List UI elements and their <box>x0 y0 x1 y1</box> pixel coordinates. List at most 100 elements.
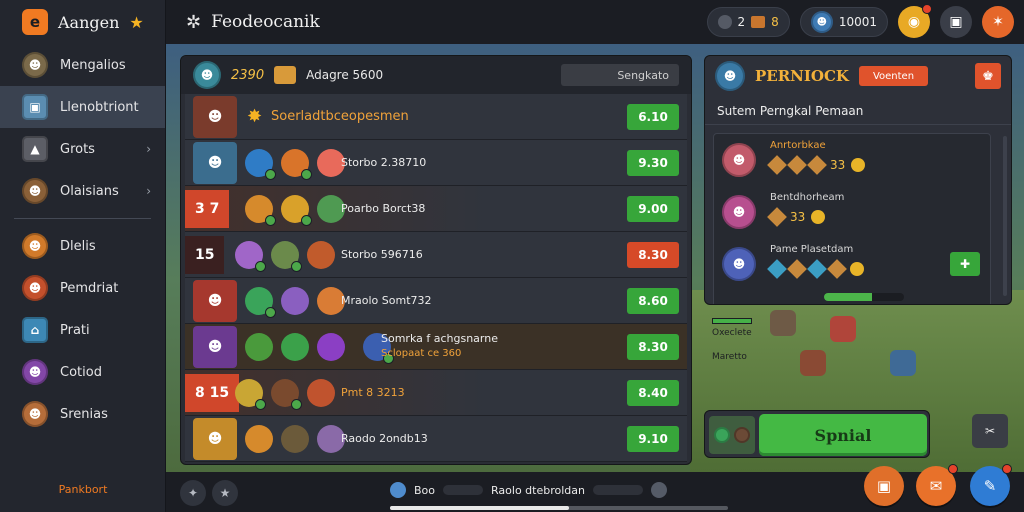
page-title: ✲ Feodeocanik <box>186 12 320 33</box>
tower-icon: ▣ <box>22 94 48 120</box>
list-item[interactable]: ☻ ✸ Soerladtbceopesmen 6.10 <box>185 94 687 140</box>
info-icon[interactable] <box>650 482 667 498</box>
rank-badge: 3 7 <box>185 190 230 228</box>
header-label: Adagre 5600 <box>306 68 384 82</box>
hero-avatar-icon: ☻ <box>715 61 745 91</box>
brand[interactable]: e Aangen ★ <box>0 0 165 44</box>
status-label: Raolo dtebroldan <box>491 483 585 497</box>
chevron-right-icon: › <box>146 184 151 198</box>
price-button[interactable]: 8.60 <box>627 287 679 314</box>
wrench-icon: ✶ <box>992 14 1004 30</box>
box-icon: ▣ <box>876 477 892 495</box>
unit-icon <box>281 424 309 453</box>
girl-icon: ☻ <box>22 401 48 427</box>
rank-badge: 8 15 <box>185 374 240 412</box>
sidebar-item-cotiod[interactable]: ☻ Cotiod <box>0 351 165 393</box>
list-item[interactable]: 3 7 Poarbo Borct38 9.00 <box>185 186 687 232</box>
sidebar-item-olaisians[interactable]: ☻ Olaisians › <box>0 170 165 212</box>
search-input[interactable]: Sengkato <box>561 64 679 86</box>
sidebar-item-srenias[interactable]: ☻ Srenias <box>0 393 165 435</box>
chat-bubble-icon: ✎ <box>983 477 997 495</box>
hero-portrait-icon: ☻ <box>193 141 237 184</box>
hero-avatar-icon: ☻ <box>722 143 756 177</box>
claim-button[interactable]: ✚ <box>950 252 980 276</box>
list-item[interactable]: ☻ Storbo 2.38710 9.30 <box>185 140 687 186</box>
list-item[interactable]: 15 Storbo 596716 8.30 <box>185 232 687 278</box>
row-label: Mraolo Somt732 <box>341 294 432 307</box>
sidebar-divider <box>14 218 151 219</box>
spin-button[interactable]: Spnial <box>759 414 927 456</box>
list-item[interactable]: ☻ Bentdhorheam 33 <box>714 186 990 238</box>
scissors-icon: ✂ <box>984 424 996 438</box>
unit-icon <box>271 240 302 272</box>
row-label: Poarbo Borct38 <box>341 202 426 215</box>
field-unit-info: Oxeclete Maretto <box>712 318 752 362</box>
scrollbar[interactable] <box>1003 136 1007 296</box>
chevron-right-icon: › <box>146 142 151 156</box>
sidebar-footer-link[interactable]: Pankbort <box>0 483 166 496</box>
favorite-button[interactable]: ★ <box>212 480 238 506</box>
house-icon: ⌂ <box>22 317 48 343</box>
sidebar-item-dlelis[interactable]: ☻ Dlelis <box>0 225 165 267</box>
messages-button[interactable]: ✉ <box>916 464 958 506</box>
sidebar-item-llenobtriont[interactable]: ▣ Llenobtriont <box>0 86 165 128</box>
sidebar-item-grots[interactable]: ▲ Grots › <box>0 128 165 170</box>
reward-bonus: 33 <box>767 155 866 175</box>
unit-icon <box>245 286 276 318</box>
voenten-button[interactable]: Voenten <box>858 66 929 86</box>
hero-portrait-icon: ☻ <box>193 279 237 322</box>
coin-shop-button[interactable]: ◉ <box>898 4 932 38</box>
star-icon: ★ <box>219 486 231 500</box>
hero-avatar-icon: ☻ <box>722 247 756 281</box>
sidebar-item-label: Prati <box>60 322 90 338</box>
sidebar-item-pemdriat[interactable]: ☻ Pemdriat <box>0 267 165 309</box>
mage-icon: ☻ <box>22 359 48 385</box>
unit-label: Maretto <box>712 352 747 362</box>
list-item[interactable]: ☻ Anrtorbkae 33 <box>714 134 990 186</box>
chest-icon <box>274 66 297 84</box>
list-item[interactable]: ☻ Mraolo Somt732 8.60 <box>185 278 687 324</box>
camera-button[interactable]: ✂ <box>972 414 1008 448</box>
price-button[interactable]: 8.40 <box>627 379 679 406</box>
price-button[interactable]: 9.00 <box>627 195 679 222</box>
soldier-unit-icon[interactable] <box>800 350 826 376</box>
top-right-controls: 2 8 ☻ 10001 ◉ ▣ ✶ <box>706 4 1014 38</box>
settings-button[interactable]: ✶ <box>982 6 1014 38</box>
list-item[interactable]: 8 15 Pmt 8 3213 8.40 <box>185 370 687 416</box>
price-button[interactable]: 8.30 <box>627 333 679 360</box>
unit-icon <box>317 332 345 361</box>
list-item[interactable]: ☻ Somrka f achgsnarne Sclopaat ce 360 8.… <box>185 324 687 370</box>
chat-bubble-button[interactable]: ✎ <box>970 464 1012 506</box>
fox-icon: ☻ <box>22 233 48 259</box>
price-button[interactable]: 6.10 <box>627 103 679 130</box>
unit-icons <box>245 286 345 318</box>
tank-unit-icon[interactable] <box>830 316 856 342</box>
plus-icon: ✚ <box>959 257 971 271</box>
tools-button[interactable]: ✦ <box>180 480 206 506</box>
sidebar-item-prati[interactable]: ⌂ Prati <box>0 309 165 351</box>
upgrade-button[interactable]: ♚ <box>975 63 1001 89</box>
chat-button[interactable]: ▣ <box>940 6 972 38</box>
soldier-unit-icon[interactable] <box>770 310 796 336</box>
inventory-button[interactable]: ▣ <box>864 466 904 506</box>
crate-icon <box>787 155 807 175</box>
unit-icon <box>281 194 312 226</box>
sidebar-item-mengalios[interactable]: ☻ Mengalios <box>0 44 165 86</box>
price-button[interactable]: 8.30 <box>627 241 679 268</box>
gear-icon[interactable]: ✲ <box>186 12 201 33</box>
rewards-panel: ☻ PERNIOCK Voenten ♚ Sutem Perngkal Pema… <box>704 55 1012 305</box>
unit-icon <box>235 378 266 410</box>
hero-portrait-icon: ☻ <box>193 95 237 138</box>
robot-unit-icon[interactable] <box>890 350 916 376</box>
list-item[interactable]: ☻ Raodo 2ondb13 9.10 <box>185 416 687 462</box>
price-button[interactable]: 9.10 <box>627 425 679 452</box>
price-button[interactable]: 9.30 <box>627 149 679 176</box>
resource-pill-xp[interactable]: ☻ 10001 <box>799 7 888 37</box>
xp-value: 10001 <box>838 15 877 29</box>
rewards-progress-fill <box>824 293 872 301</box>
sidebar-item-label: Mengalios <box>60 57 126 73</box>
offers-list-panel: ☻ 2390 Adagre 5600 Sengkato ☻ ✸ Soerladt… <box>180 55 692 465</box>
resource-pill-gold[interactable]: 2 8 <box>706 7 790 37</box>
list-item[interactable]: ☻ Pame Plasetdam ✚ <box>714 238 990 290</box>
cannon-icon: ▲ <box>22 136 48 162</box>
